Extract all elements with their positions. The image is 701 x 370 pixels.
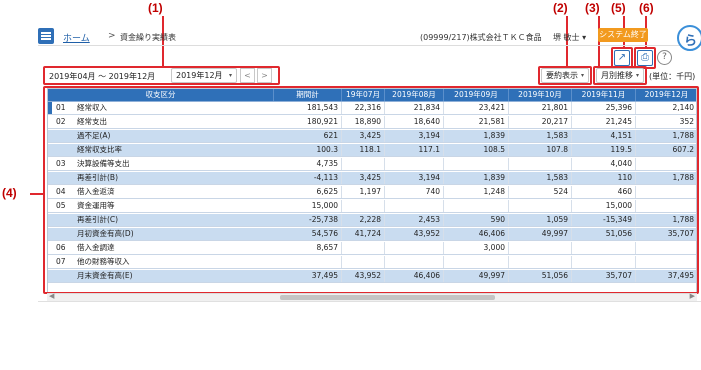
summary-view-value: 要約表示: [546, 71, 578, 80]
scrollbar-thumb[interactable]: [280, 295, 495, 300]
page-title: 資金繰り実績表: [120, 33, 176, 42]
avatar-glyph: ら: [684, 34, 698, 49]
chevron-down-icon: ▾: [228, 72, 232, 79]
help-icon[interactable]: ?: [657, 50, 672, 65]
callout-box-4: [43, 86, 699, 294]
callout-6: (6): [639, 1, 654, 15]
month-select-value: 2019年12月: [176, 71, 223, 80]
chevron-down-icon: ▾: [582, 33, 587, 42]
callout-4: (4): [2, 186, 17, 200]
callout-5: (5): [611, 1, 626, 15]
user-menu[interactable]: 堺 敏士 ▾: [553, 32, 586, 43]
next-month-button[interactable]: >: [257, 68, 272, 83]
monthly-trend-select[interactable]: 月別推移 ▾: [596, 68, 644, 83]
scroll-right-icon[interactable]: ▶: [690, 292, 695, 300]
chevron-down-icon: ▾: [635, 72, 639, 79]
horizontal-scrollbar[interactable]: ◀ ▶: [47, 292, 697, 301]
scroll-left-icon[interactable]: ◀: [49, 292, 54, 300]
prev-month-button[interactable]: <: [240, 68, 255, 83]
summary-view-select[interactable]: 要約表示 ▾: [541, 68, 589, 83]
header-bar: ホーム > 資金繰り実績表 (09999/217)株式会社ＴＫＣ食品 堺 敏士 …: [38, 25, 701, 51]
system-end-button[interactable]: システム終了: [598, 28, 648, 42]
export-icon[interactable]: ↗: [614, 50, 630, 66]
period-range: 2019年04月 ～ 2019年12月: [49, 72, 156, 81]
company-name: (09999/217)株式会社ＴＫＣ食品: [420, 33, 542, 42]
callout-1: (1): [148, 1, 163, 15]
monthly-trend-value: 月別推移: [601, 71, 633, 80]
callout-3: (3): [585, 1, 600, 15]
divider: [38, 301, 701, 302]
unit-label: (単位：千円): [649, 72, 696, 81]
callout-4-stem: [30, 193, 43, 195]
avatar[interactable]: ら: [677, 25, 701, 51]
user-name: 堺 敏士: [553, 33, 580, 42]
month-select[interactable]: 2019年12月 ▾: [171, 68, 237, 83]
breadcrumb-separator: >: [108, 31, 116, 41]
callout-2: (2): [553, 1, 568, 15]
hamburger-menu-icon[interactable]: [38, 28, 54, 44]
chevron-down-icon: ▾: [580, 72, 584, 79]
print-icon[interactable]: ⎙: [637, 50, 653, 66]
breadcrumb-home[interactable]: ホーム: [63, 31, 90, 44]
